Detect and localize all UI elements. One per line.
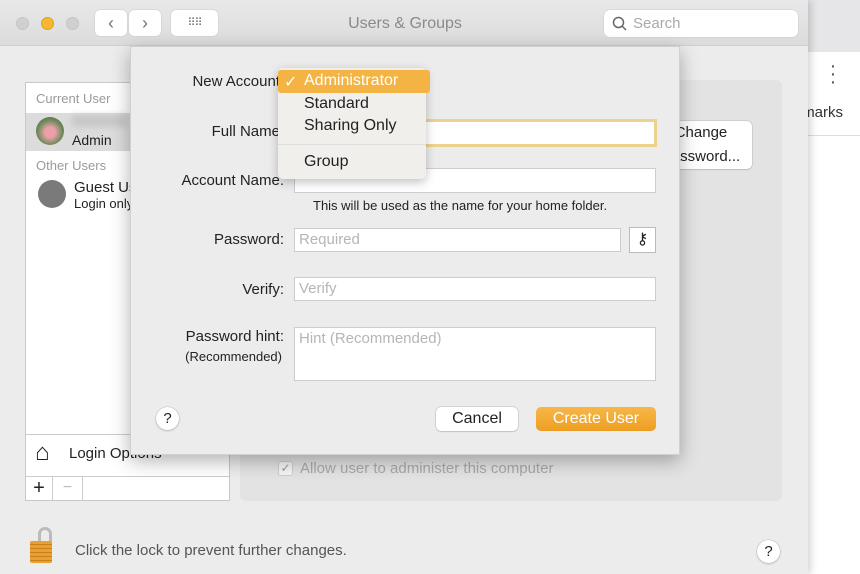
- cancel-button[interactable]: Cancel: [436, 407, 518, 431]
- menu-item-sharing-only[interactable]: Sharing Only: [304, 117, 397, 135]
- account-name-label: Account Name:: [181, 172, 284, 189]
- new-account-label: New Account: [192, 73, 280, 90]
- search-input[interactable]: Search: [604, 10, 798, 37]
- full-name-label: Full Name: [211, 123, 280, 140]
- allow-admin-label: Allow user to administer this computer: [300, 460, 554, 477]
- menu-item-group[interactable]: Group: [304, 153, 348, 171]
- menu-item-standard[interactable]: Standard: [304, 95, 369, 113]
- guest-sub: Login only: [74, 196, 134, 211]
- search-icon: [612, 16, 627, 31]
- remove-user-button[interactable]: −: [53, 477, 83, 500]
- close-button[interactable]: [16, 17, 29, 30]
- other-users-header: Other Users: [36, 158, 107, 173]
- hint-field[interactable]: Hint (Recommended): [294, 327, 656, 381]
- account-name-note: This will be used as the name for your h…: [313, 198, 608, 213]
- check-icon: ✓: [284, 74, 298, 91]
- current-user-header: Current User: [36, 91, 111, 106]
- house-icon: ⌂: [35, 439, 50, 466]
- account-type-menu: ✓ Administrator Standard Sharing Only Gr…: [278, 68, 430, 179]
- create-user-button[interactable]: Create User: [536, 407, 656, 431]
- password-label: Password:: [213, 231, 284, 248]
- lock-text: Click the lock to prevent further change…: [75, 542, 347, 559]
- grid-icon[interactable]: ⠿⠿: [171, 10, 218, 36]
- users-groups-window: ‹ › ⠿⠿ Users & Groups Search Current Use…: [0, 0, 808, 574]
- hint-sublabel: (Recommended): [185, 349, 282, 364]
- kebab-icon[interactable]: · · ·: [827, 56, 839, 92]
- verify-label: Verify:: [242, 281, 284, 298]
- password-field[interactable]: Required: [294, 228, 621, 252]
- menu-separator: [278, 144, 426, 145]
- back-button[interactable]: ‹: [95, 10, 127, 36]
- help-button[interactable]: ?: [156, 407, 179, 430]
- verify-field[interactable]: Verify: [294, 277, 656, 301]
- user-icon: [38, 180, 66, 208]
- allow-admin-checkbox[interactable]: ✓: [278, 461, 293, 476]
- add-user-button[interactable]: +: [26, 477, 53, 500]
- zoom-button[interactable]: [66, 17, 79, 30]
- minimize-button[interactable]: [41, 17, 54, 30]
- titlebar: ‹ › ⠿⠿ Users & Groups Search: [0, 0, 808, 46]
- menu-item-administrator[interactable]: ✓ Administrator: [278, 70, 430, 93]
- hint-label: Password hint:: [185, 328, 284, 345]
- help-button[interactable]: ?: [757, 540, 780, 563]
- search-placeholder: Search: [633, 15, 681, 32]
- avatar: [36, 117, 64, 145]
- user-role: Admin: [72, 132, 112, 148]
- lock-icon[interactable]: [30, 527, 58, 564]
- window-title: Users & Groups: [348, 15, 462, 32]
- blurred-username: [72, 115, 127, 127]
- menu-item-label: Administrator: [304, 72, 399, 89]
- forward-button[interactable]: ›: [129, 10, 161, 36]
- key-icon[interactable]: ⚷: [629, 227, 656, 253]
